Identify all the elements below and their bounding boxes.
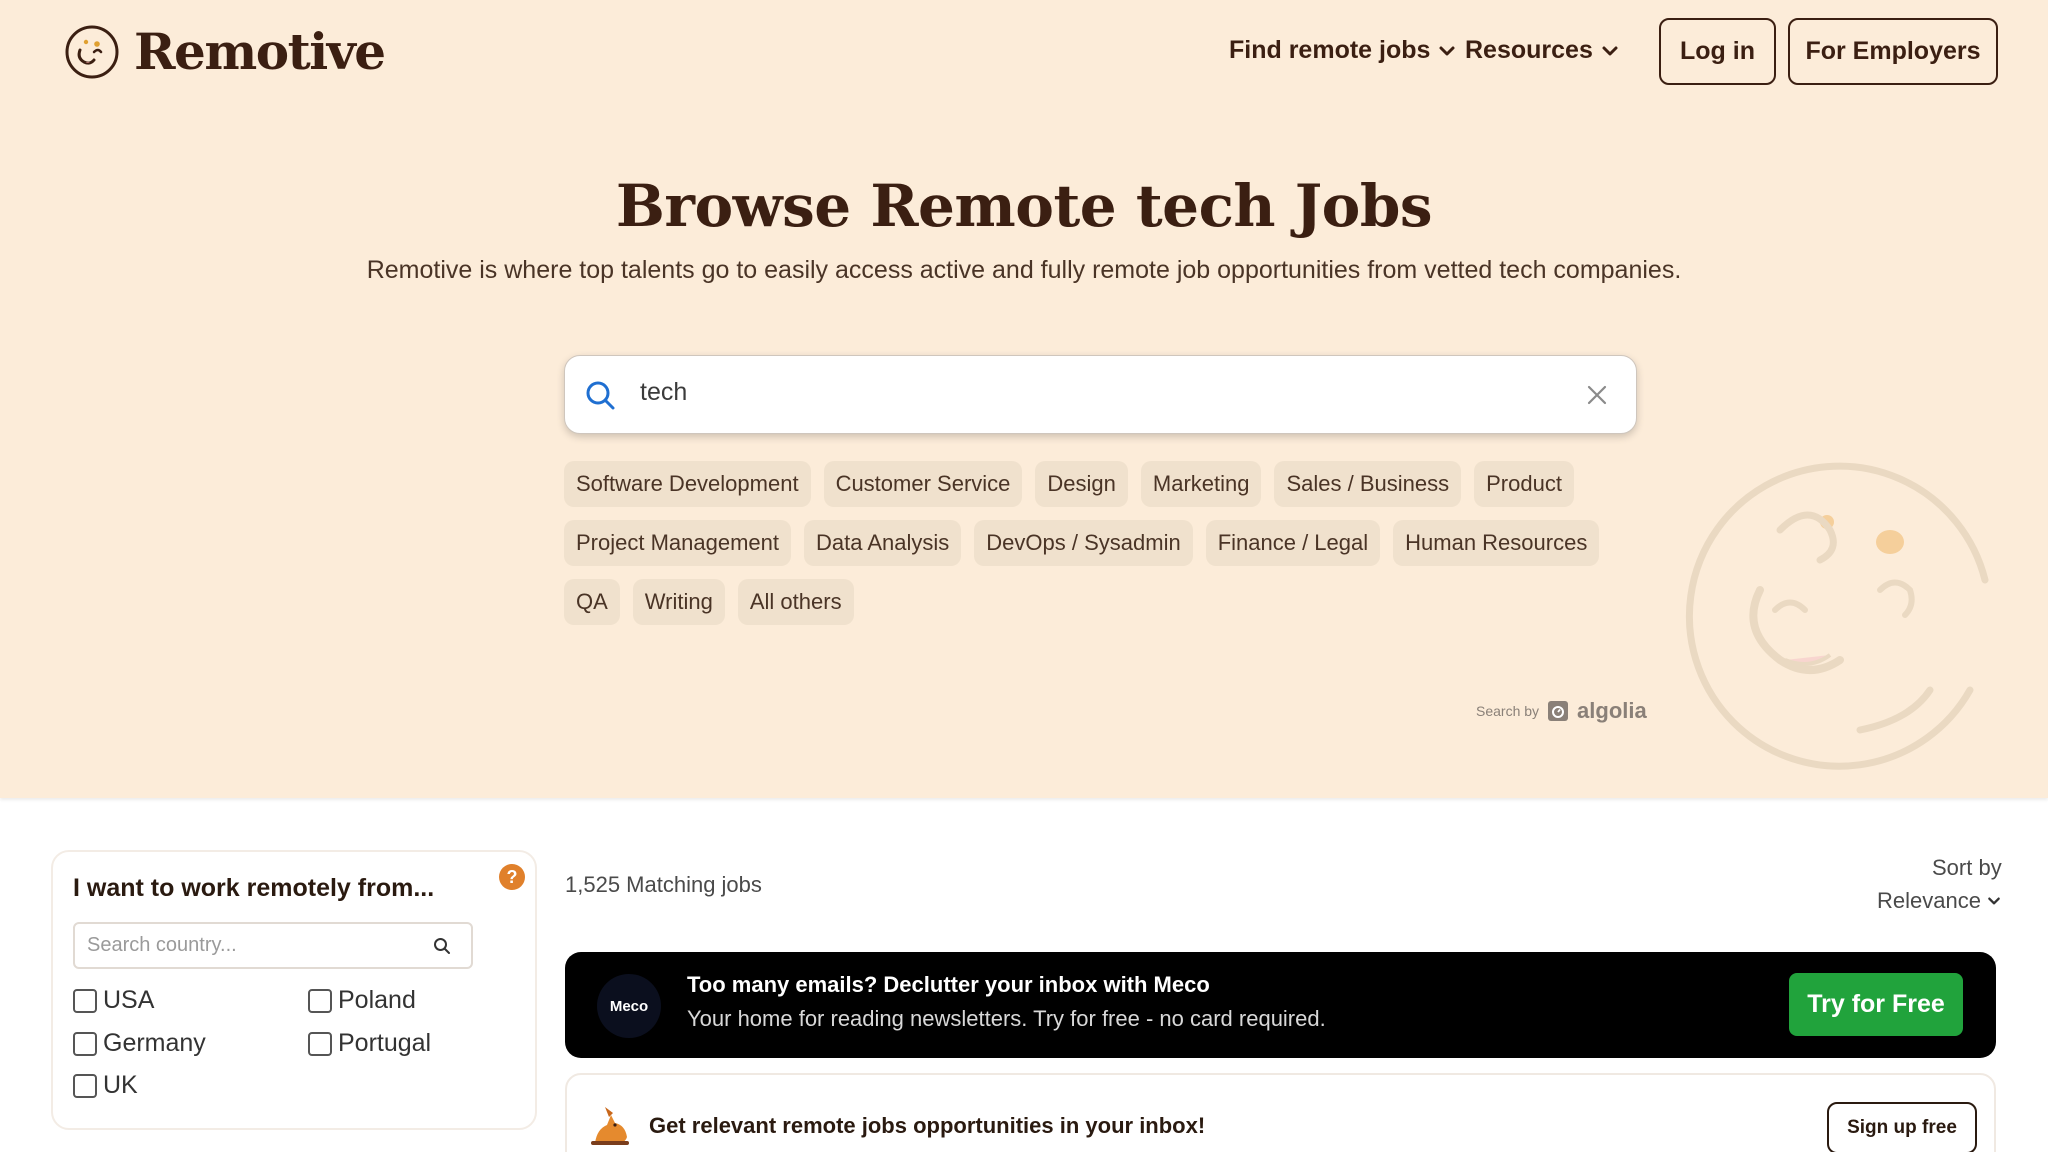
country-label: USA (103, 986, 155, 1014)
promo-title: Too many emails? Declutter your inbox wi… (687, 972, 1210, 997)
search-icon (586, 381, 615, 410)
country-label: Portugal (338, 1029, 432, 1057)
category-tag[interactable]: Data Analysis (804, 520, 962, 566)
search-icon (434, 938, 450, 954)
category-tag[interactable]: Sales / Business (1274, 461, 1462, 507)
country-checkbox-portugal[interactable]: Portugal (308, 1029, 431, 1058)
checkbox[interactable] (308, 1031, 332, 1056)
search-by-algolia[interactable]: Search by algolia (1476, 698, 1647, 724)
country-search-input[interactable] (75, 924, 415, 967)
help-icon[interactable]: ? (499, 864, 525, 890)
filter-title: I want to work remotely from... (73, 874, 435, 902)
chevron-down-icon (1988, 897, 2000, 905)
nav-find-remote-jobs[interactable]: Find remote jobs (1229, 36, 1456, 65)
logo[interactable]: Remotive (64, 22, 386, 81)
category-tag[interactable]: DevOps / Sysadmin (974, 520, 1193, 566)
checkbox[interactable] (73, 988, 97, 1013)
algolia-brand: algolia (1577, 698, 1647, 723)
logo-mascot-icon (65, 25, 119, 78)
signup-text: Get relevant remote jobs opportunities i… (649, 1113, 1206, 1138)
country-checkbox-poland[interactable]: Poland (308, 986, 416, 1015)
country-label: UK (103, 1071, 138, 1099)
logo-text: Remotive (134, 22, 386, 81)
for-employers-button[interactable]: For Employers (1788, 18, 1998, 85)
category-tag[interactable]: Design (1035, 461, 1128, 507)
meco-logo: Meco (597, 974, 661, 1038)
checkbox[interactable] (73, 1073, 97, 1098)
category-tag[interactable]: Human Resources (1393, 520, 1600, 566)
matching-jobs-count: 1,525 Matching jobs (565, 872, 762, 897)
country-search-field[interactable] (73, 922, 473, 969)
country-checkbox-germany[interactable]: Germany (73, 1029, 206, 1058)
mascot-illustration-icon (1685, 462, 1989, 770)
login-button[interactable]: Log in (1659, 18, 1776, 85)
close-icon[interactable] (1586, 384, 1608, 406)
sort-by-label: Sort by (1932, 855, 2002, 880)
sort-value: Relevance (1877, 888, 1981, 913)
search-input[interactable]: tech (640, 378, 687, 407)
category-tag[interactable]: QA (564, 579, 620, 625)
promo-subtitle: Your home for reading newsletters. Try f… (687, 1006, 1326, 1031)
category-tag[interactable]: Customer Service (823, 461, 1023, 507)
job-search-box[interactable]: tech (564, 355, 1637, 434)
nav-resources-label: Resources (1465, 36, 1593, 64)
sign-up-free-button[interactable]: Sign up free (1827, 1102, 1977, 1152)
category-tags: Software Development Customer Service De… (564, 461, 1624, 625)
sort-by-dropdown[interactable]: Relevance (1877, 888, 2001, 914)
fox-mascot-icon (591, 1107, 629, 1145)
country-checkbox-usa[interactable]: USA (73, 986, 154, 1015)
category-tag[interactable]: Project Management (564, 520, 791, 566)
nav-resources[interactable]: Resources (1465, 36, 1619, 65)
nav-find-remote-jobs-label: Find remote jobs (1229, 36, 1431, 64)
country-label: Poland (338, 986, 416, 1014)
country-checkbox-uk[interactable]: UK (73, 1071, 138, 1100)
algolia-icon (1548, 701, 1569, 721)
checkbox[interactable] (73, 1031, 97, 1056)
country-filter-panel: I want to work remotely from... ? USA Po… (51, 850, 537, 1130)
category-tag[interactable]: Product (1474, 461, 1574, 507)
chevron-down-icon (1602, 46, 1618, 55)
page-title: Browse Remote tech Jobs (615, 172, 1433, 240)
try-for-free-button[interactable]: Try for Free (1789, 973, 1963, 1036)
email-signup-card: Get relevant remote jobs opportunities i… (565, 1073, 1996, 1152)
promo-banner: Meco Too many emails? Declutter your inb… (565, 952, 1996, 1058)
search-by-label: Search by (1476, 703, 1540, 719)
category-tag[interactable]: All others (737, 579, 854, 625)
category-tag[interactable]: Software Development (564, 461, 811, 507)
page-subtitle: Remotive is where top talents go to easi… (366, 256, 1682, 284)
hero-section: Remotive Find remote jobs Resources Log … (0, 0, 2048, 798)
category-tag[interactable]: Marketing (1140, 461, 1262, 507)
country-label: Germany (103, 1029, 206, 1057)
category-tag[interactable]: Writing (632, 579, 725, 625)
checkbox[interactable] (308, 988, 332, 1013)
category-tag[interactable]: Finance / Legal (1205, 520, 1381, 566)
chevron-down-icon (1439, 46, 1455, 55)
